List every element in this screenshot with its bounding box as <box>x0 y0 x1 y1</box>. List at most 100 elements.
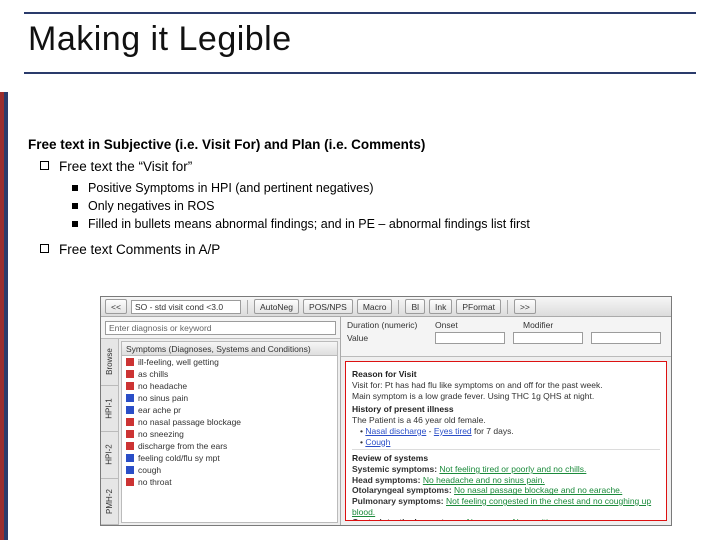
ros-label: Gastrointestinal symptoms: <box>352 517 467 521</box>
left-deco <box>0 92 8 540</box>
list-item[interactable]: ill-feeling, well getting <box>122 356 337 368</box>
hpi-link[interactable]: Eyes tired <box>434 426 472 436</box>
value-input[interactable] <box>435 332 505 344</box>
ros-row: Head symptoms: No headache and no sinus … <box>352 475 660 486</box>
ros-value[interactable]: No nasal passage blockage and no earache… <box>454 485 622 495</box>
list-item-text: feeling cold/flu sy mpt <box>138 453 220 463</box>
ros-row: Gastrointestinal symptoms: No nausea. No… <box>352 517 660 521</box>
hpi-item: Nasal discharge - Eyes tired for 7 days. <box>360 426 660 437</box>
list-item[interactable]: no headache <box>122 380 337 392</box>
symptom-list: Symptoms (Diagnoses, Systems and Conditi… <box>121 341 338 523</box>
reason-text: Main symptom is a low grade fever. Using… <box>352 391 660 402</box>
square-bullet-icon <box>40 161 49 170</box>
field-label: Duration (numeric) <box>347 320 427 330</box>
list-item[interactable]: as chills <box>122 368 337 380</box>
list-item[interactable]: ear ache pr <box>122 404 337 416</box>
flag-icon <box>126 442 134 450</box>
section-header-reason: Reason for Visit <box>352 369 660 379</box>
ros-label: Head symptoms: <box>352 475 423 485</box>
bullet-text: Free text the “Visit for” <box>59 158 192 176</box>
field-label: Value <box>347 333 427 343</box>
note-preview: Reason for Visit Visit for: Pt has had f… <box>345 361 667 521</box>
toolbar-bl[interactable]: Bl <box>405 299 425 314</box>
list-item-text: discharge from the ears <box>138 441 227 451</box>
list-item-text: as chills <box>138 369 168 379</box>
toolbar: << SO - std visit cond <3.0 AutoNeg POS/… <box>101 297 671 317</box>
list-item[interactable]: feeling cold/flu sy mpt <box>122 452 337 464</box>
flag-icon <box>126 394 134 402</box>
hpi-link[interactable]: Cough <box>365 437 390 447</box>
flag-icon <box>126 418 134 426</box>
slide-content: Free text in Subjective (i.e. Visit For)… <box>28 136 696 263</box>
list-item-text: ear ache pr <box>138 405 181 415</box>
bullet-text: Positive Symptoms in HPI (and pertinent … <box>88 180 374 197</box>
bullet-text: Free text Comments in A/P <box>59 241 220 259</box>
flag-icon <box>126 370 134 378</box>
hpi-link[interactable]: Nasal discharge <box>365 426 426 436</box>
bullet-l1: Free text Comments in A/P <box>40 241 696 259</box>
list-item-text: cough <box>138 465 161 475</box>
bullet-l2: Filled in bullets means abnormal finding… <box>72 216 696 233</box>
square-bullet-icon <box>40 244 49 253</box>
vtab-pmh2[interactable]: PMH-2 <box>105 489 114 514</box>
reason-text: Visit for: Pt has had flu like symptoms … <box>352 380 660 391</box>
flag-icon <box>126 382 134 390</box>
field-label: Modifier <box>523 320 603 330</box>
list-item-text: no throat <box>138 477 172 487</box>
right-column: Duration (numeric) Onset Modifier Value … <box>341 317 671 525</box>
bullet-text: Only negatives in ROS <box>88 198 214 215</box>
section-header-hpi: History of present illness <box>352 404 660 414</box>
list-item[interactable]: cough <box>122 464 337 476</box>
vtab-hpi2[interactable]: HPI-2 <box>105 445 114 465</box>
ros-label: Pulmonary symptoms: <box>352 496 446 506</box>
flag-icon <box>126 358 134 366</box>
list-item-text: no sinus pain <box>138 393 188 403</box>
ros-value[interactable]: No headache and no sinus pain. <box>423 475 545 485</box>
modifier-input[interactable] <box>591 332 661 344</box>
vtab-browse[interactable]: Browse <box>105 348 114 375</box>
toolbar-more[interactable]: >> <box>514 299 536 314</box>
left-column: Enter diagnosis or keyword Browse HPI-1 … <box>101 317 341 525</box>
back-button[interactable]: << <box>105 299 127 314</box>
ros-row: Pulmonary symptoms: Not feeling congeste… <box>352 496 660 517</box>
bullet-l2: Only negatives in ROS <box>72 198 696 215</box>
search-input[interactable]: Enter diagnosis or keyword <box>105 321 336 335</box>
list-item-text: no sneezing <box>138 429 184 439</box>
list-header: Symptoms (Diagnoses, Systems and Conditi… <box>122 342 337 356</box>
bullet-l2: Positive Symptoms in HPI (and pertinent … <box>72 180 696 197</box>
ros-value[interactable]: Not feeling tired or poorly and no chill… <box>439 464 586 474</box>
list-item[interactable]: no sneezing <box>122 428 337 440</box>
ros-label: Systemic symptoms: <box>352 464 439 474</box>
list-item[interactable]: no nasal passage blockage <box>122 416 337 428</box>
ros-row: Systemic symptoms: Not feeling tired or … <box>352 464 660 475</box>
toolbar-pformat[interactable]: PFormat <box>456 299 501 314</box>
mid-rule <box>24 72 696 74</box>
slide-title: Making it Legible <box>28 20 292 59</box>
ros-row: Otolaryngeal symptoms: No nasal passage … <box>352 485 660 496</box>
vtab-hpi1[interactable]: HPI-1 <box>105 398 114 418</box>
flag-icon <box>126 466 134 474</box>
flag-icon <box>126 454 134 462</box>
toolbar-autoneg[interactable]: AutoNeg <box>254 299 299 314</box>
toolbar-macro[interactable]: Macro <box>357 299 393 314</box>
list-item[interactable]: discharge from the ears <box>122 440 337 452</box>
bullet-l1: Free text the “Visit for” <box>40 158 696 176</box>
list-item-text: no headache <box>138 381 187 391</box>
ros-value[interactable]: No nausea. No vomiting. <box>467 517 560 521</box>
template-combo[interactable]: SO - std visit cond <3.0 <box>131 300 241 314</box>
list-item-text: no nasal passage blockage <box>138 417 241 427</box>
ehr-screenshot: << SO - std visit cond <3.0 AutoNeg POS/… <box>100 296 672 526</box>
list-item[interactable]: no sinus pain <box>122 392 337 404</box>
square-filled-icon <box>72 221 78 227</box>
list-item[interactable]: no throat <box>122 476 337 488</box>
onset-input[interactable] <box>513 332 583 344</box>
hpi-suffix: for 7 days. <box>474 426 514 436</box>
toolbar-ink[interactable]: Ink <box>429 299 452 314</box>
flag-icon <box>126 478 134 486</box>
detail-fields: Duration (numeric) Onset Modifier Value <box>341 317 671 357</box>
toolbar-posnps[interactable]: POS/NPS <box>303 299 353 314</box>
vertical-tabs: Browse HPI-1 HPI-2 PMH-2 <box>101 339 119 525</box>
flag-icon <box>126 406 134 414</box>
search-row: Enter diagnosis or keyword <box>101 317 340 339</box>
flag-icon <box>126 430 134 438</box>
